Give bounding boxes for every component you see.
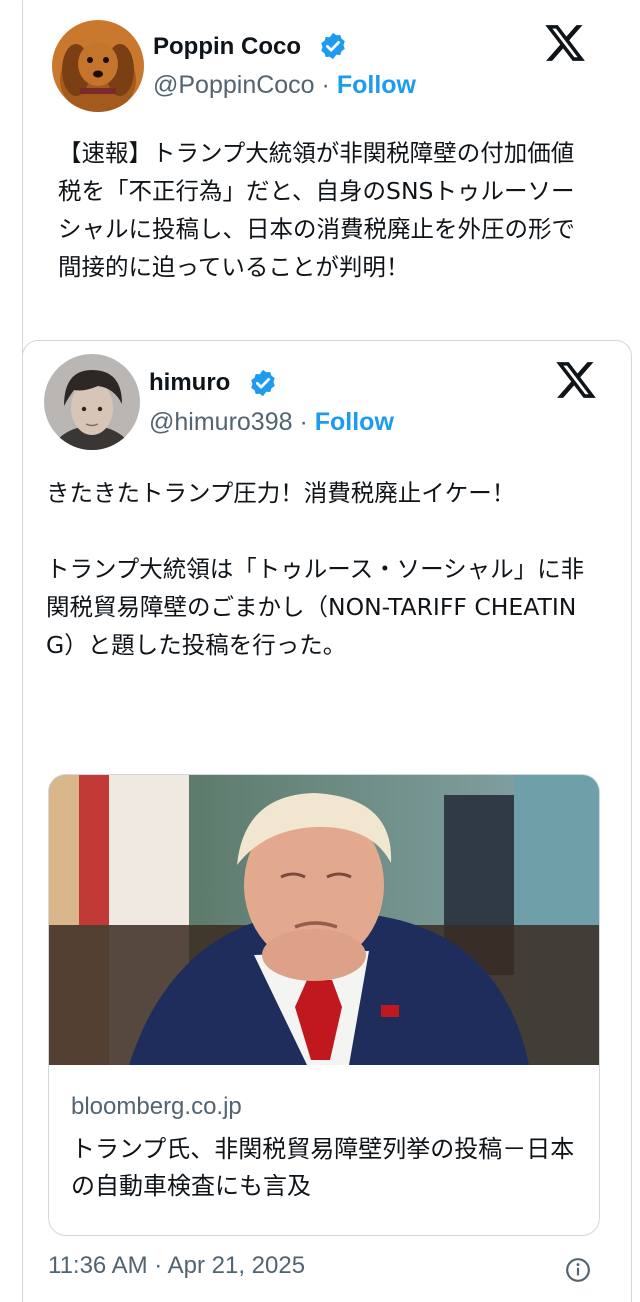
outer-follow-button[interactable]: Follow — [337, 71, 416, 99]
link-title[interactable]: トランプ氏、非関税貿易障壁列挙の投稿－日本の自動車検査にも言及 — [71, 1131, 581, 1205]
quoted-handle[interactable]: @himuro398 — [149, 408, 293, 436]
quoted-tweet-text: きたきたトランプ圧力！消費税廃止イケー！ トランプ大統領は「トゥルース・ソーシャ… — [46, 479, 585, 659]
outer-handle-row: @PoppinCoco · Follow — [153, 71, 416, 100]
outer-handle[interactable]: @PoppinCoco — [153, 71, 315, 99]
quoted-display-name[interactable]: himuro — [149, 369, 230, 397]
tweet-timestamp[interactable]: 11:36 AM · Apr 21, 2025 — [48, 1252, 305, 1280]
verified-badge-icon — [321, 32, 345, 60]
dog-avatar-icon — [52, 20, 144, 112]
x-logo-icon[interactable] — [543, 21, 587, 65]
outer-tweet-text: 【速報】トランプ大統領が非関税障壁の付加価値税を「不正行為」だと、自身のSNSト… — [58, 139, 575, 281]
link-preview-card[interactable]: bloomberg.co.jp トランプ氏、非関税貿易障壁列挙の投稿－日本の自動… — [48, 774, 600, 1236]
link-domain[interactable]: bloomberg.co.jp — [71, 1093, 242, 1121]
quoted-follow-button[interactable]: Follow — [315, 408, 394, 436]
himuro-avatar[interactable] — [44, 354, 140, 450]
quoted-handle-row: @himuro398 · Follow — [149, 408, 394, 437]
separator-dot: · — [299, 408, 308, 436]
person-avatar-icon — [44, 354, 140, 450]
info-icon[interactable] — [565, 1257, 591, 1283]
outer-display-name[interactable]: Poppin Coco — [153, 33, 301, 61]
x-logo-icon[interactable] — [554, 358, 598, 402]
poppin-coco-avatar[interactable] — [52, 20, 144, 112]
verified-badge-icon — [251, 369, 275, 397]
separator-dot: · — [321, 71, 330, 99]
news-photo — [49, 775, 599, 1065]
